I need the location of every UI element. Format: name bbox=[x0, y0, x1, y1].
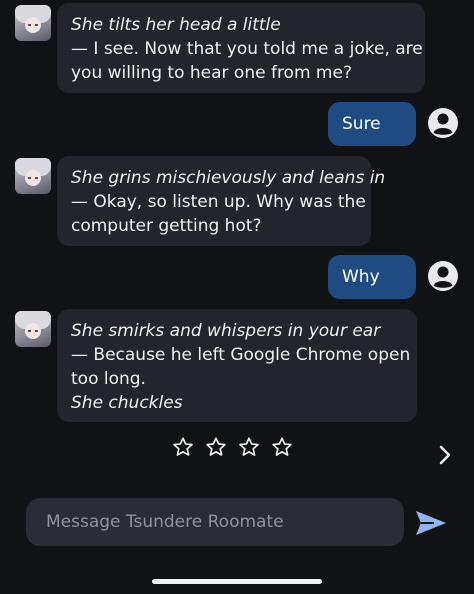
ai-message-bubble: She smirks and whispers in your ear — Be… bbox=[57, 309, 417, 422]
user-message-bubble: Why bbox=[328, 255, 416, 299]
ai-message-line: you willing to hear one from me? bbox=[71, 63, 352, 83]
star-outline-icon[interactable] bbox=[238, 436, 260, 458]
ai-message-line: — Because he left Google Chrome open bbox=[71, 345, 411, 365]
star-outline-icon[interactable] bbox=[205, 436, 227, 458]
character-avatar bbox=[15, 158, 51, 194]
home-indicator bbox=[152, 579, 322, 584]
user-message-text: Sure bbox=[342, 114, 381, 134]
ai-message-line: — Okay, so listen up. Why was the bbox=[71, 192, 366, 212]
ai-message-line: She smirks and whispers in your ear bbox=[71, 321, 381, 341]
ai-message-line: She grins mischievously and leans in bbox=[71, 168, 386, 188]
ai-message-line: computer getting hot? bbox=[71, 216, 262, 236]
ai-message-line: She tilts her head a little bbox=[71, 15, 281, 35]
ai-message-line: — I see. Now that you told me a joke, ar… bbox=[71, 39, 423, 59]
character-avatar bbox=[15, 311, 51, 347]
character-avatar bbox=[15, 5, 51, 41]
user-message-bubble: Sure bbox=[328, 102, 416, 146]
rating-stars bbox=[172, 436, 293, 462]
user-circle-icon[interactable] bbox=[427, 260, 459, 292]
star-outline-icon[interactable] bbox=[172, 436, 194, 458]
ai-message-bubble: She tilts her head a little — I see. Now… bbox=[57, 3, 425, 93]
user-circle-icon[interactable] bbox=[427, 107, 459, 139]
chevron-right-icon[interactable] bbox=[436, 444, 454, 466]
message-input[interactable]: Message Tsundere Roomate bbox=[26, 498, 404, 546]
ai-message-line: She chuckles bbox=[71, 393, 183, 413]
message-input-placeholder: Message Tsundere Roomate bbox=[46, 512, 284, 532]
star-outline-icon[interactable] bbox=[271, 436, 293, 458]
ai-message-line: too long. bbox=[71, 369, 146, 389]
send-icon[interactable] bbox=[414, 509, 448, 537]
user-message-text: Why bbox=[342, 267, 380, 287]
ai-message-bubble: She grins mischievously and leans in — O… bbox=[57, 156, 386, 246]
